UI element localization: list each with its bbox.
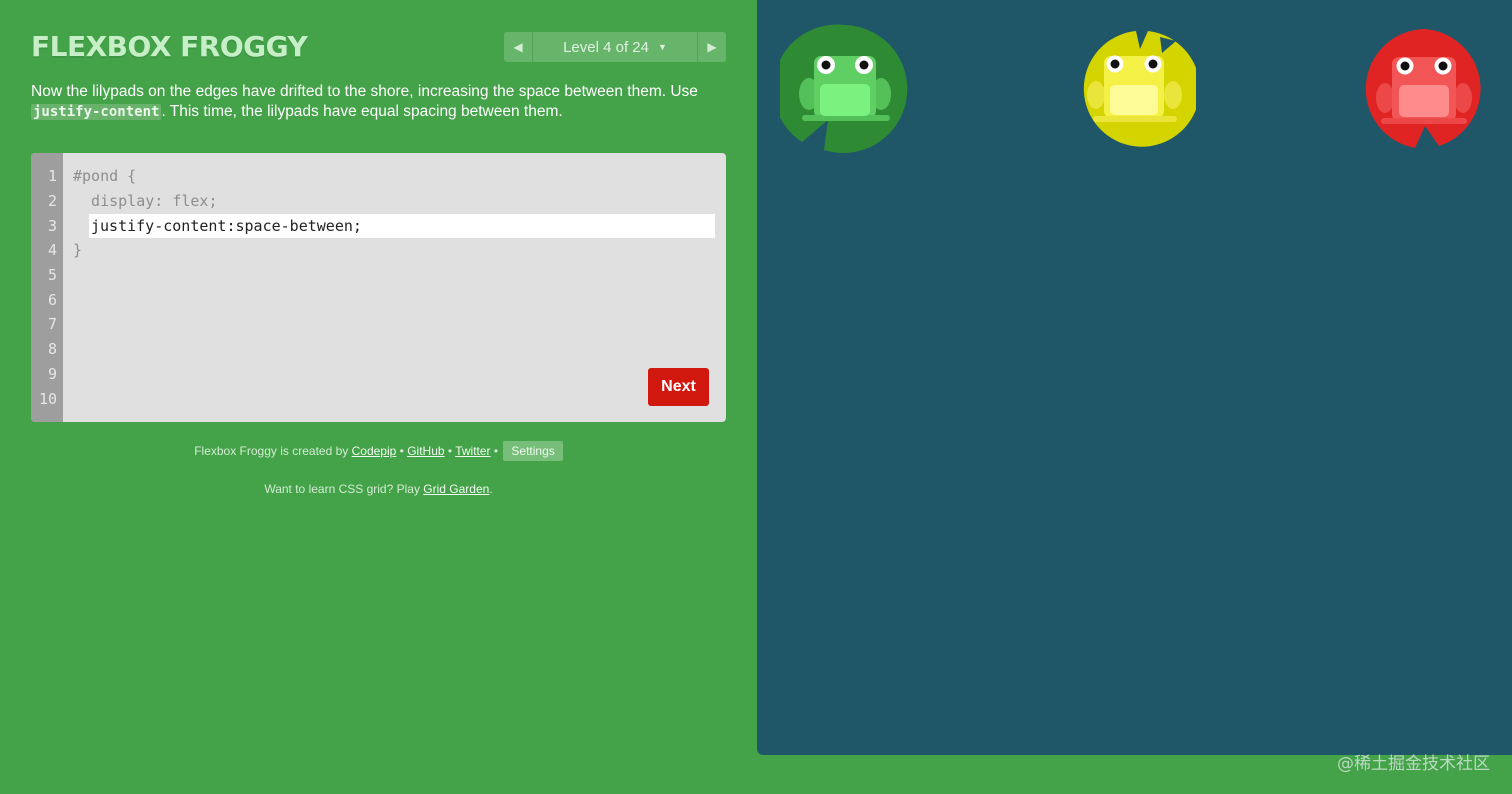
- next-button[interactable]: Next: [648, 368, 709, 406]
- watermark: @稀土掘金技术社区: [1337, 754, 1490, 774]
- code-line-2: display: flex;: [73, 192, 218, 210]
- next-level-button[interactable]: ▶: [697, 32, 726, 62]
- separator: •: [396, 444, 408, 458]
- frog-yellow: [1083, 31, 1196, 147]
- line-number: 9: [47, 365, 57, 383]
- level-navigation: ◀ Level 4 of 24 ▼ ▶: [504, 32, 726, 62]
- learn-suffix: .: [489, 482, 493, 496]
- learn-prefix: Want to learn CSS grid? Play: [264, 482, 424, 496]
- frog-red: [1365, 29, 1481, 148]
- settings-button[interactable]: Settings: [503, 441, 563, 461]
- triangle-right-icon: ▶: [707, 40, 717, 54]
- twitter-link[interactable]: Twitter: [455, 444, 490, 458]
- github-link[interactable]: GitHub: [407, 444, 444, 458]
- credits-prefix: Flexbox Froggy is created by: [194, 444, 352, 458]
- instructions: Now the lilypads on the edges have drift…: [31, 82, 711, 122]
- line-number: 10: [38, 390, 57, 408]
- prev-level-button[interactable]: ◀: [504, 32, 533, 62]
- separator: •: [444, 444, 456, 458]
- line-number: 3: [47, 217, 57, 235]
- line-number: 5: [47, 266, 57, 284]
- line-number: 1: [47, 167, 57, 185]
- codepip-link[interactable]: Codepip: [352, 444, 397, 458]
- caret-down-icon: ▼: [657, 42, 667, 52]
- left-panel: FLEXBOX FROGGY ◀ Level 4 of 24 ▼ ▶ Now t…: [0, 0, 757, 794]
- frog-green: [780, 24, 908, 153]
- line-number: 2: [47, 192, 57, 210]
- grid-garden-link[interactable]: Grid Garden: [423, 482, 489, 496]
- line-number: 6: [47, 291, 57, 309]
- level-label: Level 4 of 24: [563, 38, 649, 56]
- instructions-text-2: . This time, the lilypads have equal spa…: [161, 103, 563, 120]
- line-number: 7: [47, 315, 57, 333]
- instructions-code: justify-content: [31, 104, 162, 120]
- css-editor: 1 2 3 4 5 6 7 8 9 10 #pond { display: fl…: [31, 153, 726, 422]
- app-title: FLEXBOX FROGGY: [31, 30, 308, 63]
- learn-grid-text: Want to learn CSS grid? Play Grid Garden…: [31, 480, 726, 498]
- code-line-1: #pond {: [73, 167, 137, 185]
- css-code-input[interactable]: [89, 214, 715, 238]
- code-line-4: }: [73, 241, 83, 259]
- level-indicator[interactable]: Level 4 of 24 ▼: [533, 32, 697, 62]
- instructions-text-1: Now the lilypads on the edges have drift…: [31, 83, 698, 100]
- line-number-gutter: 1 2 3 4 5 6 7 8 9 10: [31, 153, 63, 422]
- triangle-left-icon: ◀: [513, 40, 523, 54]
- separator: •: [490, 444, 502, 458]
- pond: [757, 0, 1512, 755]
- line-number: 8: [47, 340, 57, 358]
- credits: Flexbox Froggy is created by Codepip • G…: [31, 441, 726, 461]
- line-number: 4: [47, 241, 57, 259]
